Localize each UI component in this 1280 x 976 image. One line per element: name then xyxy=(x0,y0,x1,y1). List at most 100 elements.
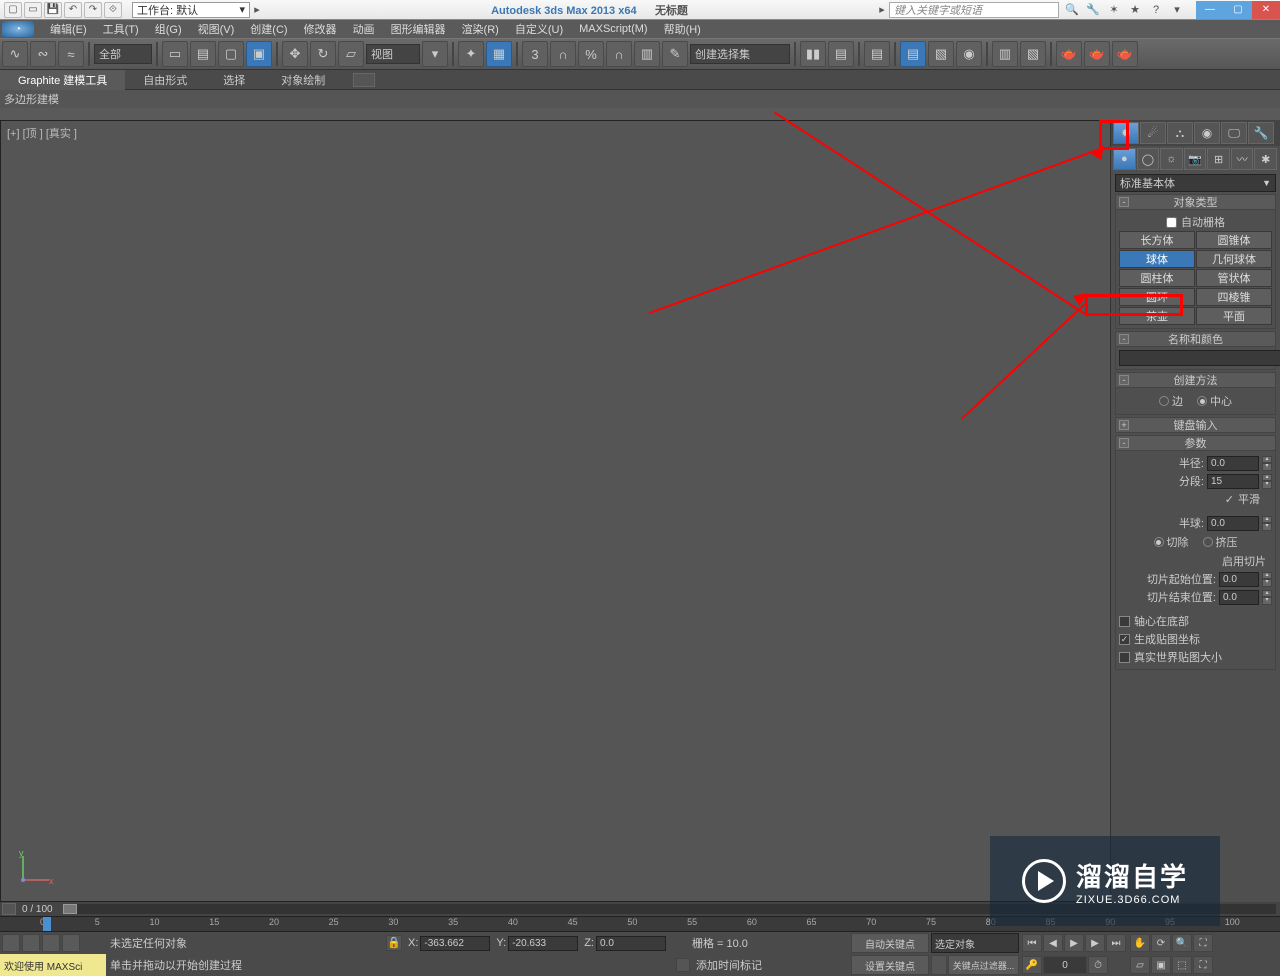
chop-radio[interactable] xyxy=(1154,537,1164,547)
scale-button[interactable]: ▱ xyxy=(338,41,364,67)
cylinder-button[interactable]: 圆柱体 xyxy=(1119,269,1195,287)
menu-views[interactable]: 视图(V) xyxy=(190,21,243,37)
exchange-icon[interactable]: ✶ xyxy=(1105,2,1123,18)
sphere-button[interactable]: 球体 xyxy=(1119,250,1195,268)
mirror-button[interactable]: ▮▮ xyxy=(800,41,826,67)
name-color-rollout-header[interactable]: -名称和颜色 xyxy=(1115,331,1276,347)
radius-spinner[interactable]: 0.0 xyxy=(1207,456,1259,471)
layers-button[interactable]: ▤ xyxy=(864,41,890,67)
x-coord-field[interactable]: -363.662 xyxy=(420,936,490,951)
segments-spinner[interactable]: 15 xyxy=(1207,474,1259,489)
cone-button[interactable]: 圆锥体 xyxy=(1196,231,1272,249)
ribbon-panel-label[interactable]: 多边形建模 xyxy=(0,90,1280,108)
app-menu-button[interactable]: ◔ xyxy=(2,21,34,37)
menu-create[interactable]: 创建(C) xyxy=(242,21,295,37)
time-tag-icon[interactable] xyxy=(676,958,690,972)
edit-named-sel-button[interactable]: ▥ xyxy=(634,41,660,67)
systems-tab[interactable]: ✱ xyxy=(1254,148,1277,170)
base-pivot-checkbox[interactable] xyxy=(1119,616,1130,627)
align-button[interactable]: ▤ xyxy=(828,41,854,67)
dropdown-icon[interactable]: ▾ xyxy=(1168,2,1186,18)
search-input[interactable]: 键入关键字或短语 xyxy=(889,2,1059,18)
select-button[interactable]: ▭ xyxy=(162,41,188,67)
parameters-rollout-header[interactable]: -参数 xyxy=(1115,435,1276,451)
geosphere-button[interactable]: 几何球体 xyxy=(1196,250,1272,268)
box-button[interactable]: 长方体 xyxy=(1119,231,1195,249)
angle-snap-button[interactable]: ∩ xyxy=(550,41,576,67)
save-icon[interactable]: 💾 xyxy=(44,2,62,18)
key-target-dropdown[interactable]: 选定对象 xyxy=(931,933,1019,953)
named-selection-dropdown[interactable]: 创建选择集 xyxy=(690,44,790,64)
geometry-tab[interactable]: ● xyxy=(1113,148,1136,170)
lights-tab[interactable]: ☼ xyxy=(1160,148,1183,170)
search-icon[interactable]: 🔍 xyxy=(1063,2,1081,18)
fov-button[interactable]: ▱ xyxy=(1130,956,1150,974)
snap-button[interactable]: 3 xyxy=(522,41,548,67)
keyboard-entry-rollout-header[interactable]: +键盘输入 xyxy=(1115,417,1276,433)
orbit-button[interactable]: ⟳ xyxy=(1151,934,1171,952)
bind-button[interactable]: ≈ xyxy=(58,41,84,67)
key-icon[interactable] xyxy=(931,955,947,975)
listener-icon[interactable] xyxy=(22,934,40,952)
prev-frame-button[interactable]: ◀ xyxy=(1043,934,1063,952)
selection-filter-dropdown[interactable]: 全部 xyxy=(94,44,152,64)
motion-tab[interactable]: ◉ xyxy=(1194,122,1220,144)
pan-button[interactable]: ✋ xyxy=(1130,934,1150,952)
undo-icon[interactable]: ↶ xyxy=(64,2,82,18)
hemisphere-spinner[interactable]: 0.0 xyxy=(1207,516,1259,531)
chevron-right-icon[interactable]: ▸ xyxy=(250,3,264,16)
ribbon-tab-paint[interactable]: 对象绘制 xyxy=(263,70,343,90)
menu-modifiers[interactable]: 修改器 xyxy=(296,21,345,37)
schematic-button[interactable]: ▧ xyxy=(928,41,954,67)
key-icon[interactable]: 🔧 xyxy=(1084,2,1102,18)
object-name-input[interactable] xyxy=(1119,350,1280,366)
helpers-tab[interactable]: ⊞ xyxy=(1207,148,1230,170)
utilities-tab[interactable]: 🔧 xyxy=(1248,122,1274,144)
slice-from-spinner[interactable]: 0.0 xyxy=(1219,572,1259,587)
maximize-button[interactable]: ▢ xyxy=(1224,1,1252,19)
ribbon-tab-selection[interactable]: 选择 xyxy=(205,70,263,90)
pivot-button[interactable]: ▾ xyxy=(422,41,448,67)
unlink-button[interactable]: ∾ xyxy=(30,41,56,67)
open-icon[interactable]: ▭ xyxy=(24,2,42,18)
smooth-checkbox[interactable]: ✓ xyxy=(1225,493,1234,506)
lock-icon[interactable] xyxy=(62,934,80,952)
autokey-button[interactable]: 自动关键点 xyxy=(851,933,929,953)
workspace-selector[interactable]: 工作台: 默认▾ xyxy=(132,2,250,18)
tube-button[interactable]: 管状体 xyxy=(1196,269,1272,287)
time-slider[interactable] xyxy=(43,917,51,932)
object-type-rollout-header[interactable]: -对象类型 xyxy=(1115,194,1276,210)
window-crossing-button[interactable]: ▣ xyxy=(246,41,272,67)
viewport-label[interactable]: [+] [顶 ] [真实 ] xyxy=(7,125,77,141)
cameras-tab[interactable]: 📷 xyxy=(1184,148,1207,170)
minimize-button[interactable]: — xyxy=(1196,1,1224,19)
z-coord-field[interactable]: 0.0 xyxy=(596,936,666,951)
ribbon-minimize-button[interactable] xyxy=(353,73,375,87)
teapot-button[interactable]: 茶壶 xyxy=(1119,307,1195,325)
lock-selection-icon[interactable]: 🔒 xyxy=(386,935,402,951)
trackbar-toggle-icon[interactable] xyxy=(2,903,16,915)
ribbon-tab-graphite[interactable]: Graphite 建模工具 xyxy=(0,70,125,90)
new-icon[interactable]: ▢ xyxy=(4,2,22,18)
link-icon[interactable]: ⟐ xyxy=(104,2,122,18)
menu-edit[interactable]: 编辑(E) xyxy=(42,21,95,37)
star-icon[interactable]: ★ xyxy=(1126,2,1144,18)
goto-end-button[interactable]: ⏭ xyxy=(1106,934,1126,952)
center-radio[interactable] xyxy=(1197,396,1207,406)
ref-coord-dropdown[interactable]: 视图 xyxy=(366,44,420,64)
rotate-button[interactable]: ↻ xyxy=(310,41,336,67)
mat-editor-button[interactable]: ◉ xyxy=(956,41,982,67)
plane-button[interactable]: 平面 xyxy=(1196,307,1272,325)
curve-editor-button[interactable]: ▤ xyxy=(900,41,926,67)
rect-select-button[interactable]: ▢ xyxy=(218,41,244,67)
goto-start-button[interactable]: ⏮ xyxy=(1022,934,1042,952)
render-prod-button[interactable]: 🫖 xyxy=(1112,41,1138,67)
percent-snap-button[interactable]: % xyxy=(578,41,604,67)
shapes-tab[interactable]: ◯ xyxy=(1137,148,1160,170)
keymode-button[interactable]: 🔑 xyxy=(1022,956,1042,974)
gen-uv-checkbox[interactable]: ✓ xyxy=(1119,634,1130,645)
link-button[interactable]: ∿ xyxy=(2,41,28,67)
ribbon-tab-freeform[interactable]: 自由形式 xyxy=(125,70,205,90)
viewport-top[interactable]: [+] [顶 ] [真实 ] 上 yx xyxy=(0,120,1280,902)
zoom-ext-button[interactable]: ▣ xyxy=(1151,956,1171,974)
